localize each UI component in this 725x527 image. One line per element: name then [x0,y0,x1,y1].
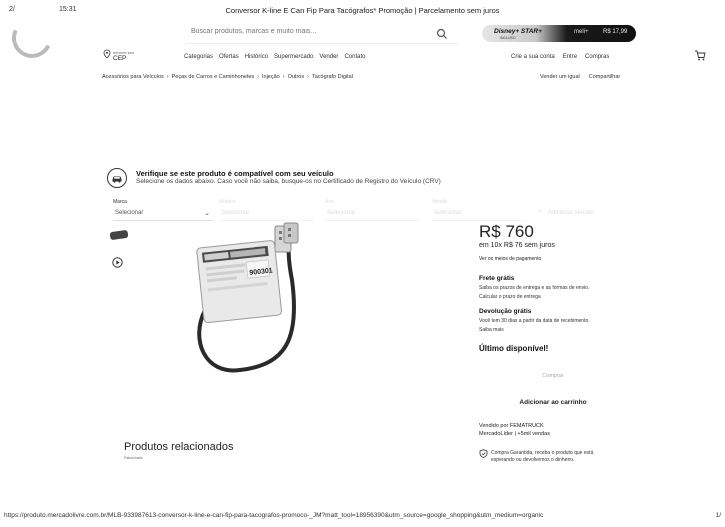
main-nav: Categorias Ofertas Histórico Supermercad… [184,54,365,60]
breadcrumb-item[interactable]: Peças de Carros e Caminhonetes [172,74,255,80]
add-to-cart-button[interactable]: Adicionar ao carrinho [479,393,627,411]
ano-select-value: Selecionar [327,210,356,216]
add-vehicle-button[interactable]: + Adicionar veículo [536,208,632,221]
share-link[interactable]: Compartilhar [589,74,620,80]
shipping-calc-link[interactable]: Calcular o prazo de entrega [479,294,541,300]
thumbnail-product[interactable] [109,229,129,241]
breadcrumb-separator: › [257,74,259,80]
plus-icon: + [538,209,542,215]
cart-icon[interactable] [694,50,706,61]
nav-ofertas[interactable]: Ofertas [219,54,239,60]
modelo-label: Modelo [219,199,236,205]
print-page-number: 1/ [715,512,721,519]
seller-reputation: MercadoLíder | +5mil vendas [479,431,550,437]
page-actions: Vender um igual Compartilhar [540,74,620,80]
product-price: R$ 760 [479,222,534,241]
video-play-icon[interactable] [112,257,123,268]
compat-title: Verifique se este produto é compatível c… [136,169,334,178]
sell-similar-link[interactable]: Vender um igual [540,74,580,80]
versao-label: Versão [432,199,448,205]
purchases-link[interactable]: Compras [585,54,609,60]
marca-label: Marca [113,199,127,205]
create-account-link[interactable]: Crie a sua conta [511,54,555,60]
breadcrumb-separator: › [166,74,169,80]
product-image[interactable]: 900301 [180,220,330,390]
installments-text: em 10x R$ 76 sem juros [479,242,555,249]
guarantee-text-2: esperando ou devolvemos o dinheiro. [491,457,575,463]
search-input[interactable] [191,28,421,35]
breadcrumb-separator: › [282,74,285,80]
breadcrumb-item[interactable]: Acessórios para Veículos [102,74,164,80]
location-pin-icon[interactable] [102,49,112,59]
banner-meli-plus: meli+ [574,29,589,35]
ano-label: Ano [325,199,334,205]
nav-historico[interactable]: Histórico [245,54,268,60]
breadcrumb-separator: › [307,74,309,80]
shield-icon [479,449,488,458]
add-vehicle-label: Adicionar veículo [548,210,594,216]
user-nav: Crie a sua conta Entre Compras [511,54,609,60]
breadcrumb-item[interactable]: Injeção [262,74,280,80]
payment-methods-link[interactable]: Ver os meios de pagamento [479,256,541,262]
breadcrumb-item[interactable]: Tacógrafo Digital [312,74,353,80]
print-title: Conversor K-line E Can Fip Para Tacógraf… [225,6,500,15]
login-link[interactable]: Entre [563,54,577,60]
breadcrumb: Acessórios para Veículos › Peças de Carr… [102,74,353,80]
nav-contato[interactable]: Contato [344,54,365,60]
return-title: Devolução grátis [479,308,532,315]
shipping-text: Saiba os prazos de entrega e as formas d… [479,285,590,291]
sponsored-label: Patrocinado [124,456,143,460]
modelo-select-value: Selecionar [221,210,250,216]
versao-select-value: Selecionar [434,210,463,216]
nav-vender[interactable]: Vender [319,54,338,60]
related-products-title: Produtos relacionados [124,441,234,453]
breadcrumb-item[interactable]: Outros [288,74,305,80]
shipping-title: Frete grátis [479,275,515,282]
marca-select-value: Selecionar [115,210,144,216]
search-icon[interactable] [436,28,448,40]
versao-select[interactable]: Selecionar [432,208,527,221]
banner-sublogo: INCLUSO [500,36,516,40]
print-url: https://produto.mercadolivre.com.br/MLB-… [4,512,544,519]
stock-status: Último disponível! [479,344,549,353]
guarantee-text: Compra Garantida, receba o produto que e… [491,450,594,456]
nav-categorias[interactable]: Categorias [184,54,213,60]
seller-name[interactable]: Vendido por FEMATRUCK [479,423,544,429]
return-text: Você tem 30 dias a partir da data de rec… [479,318,590,324]
banner-price: R$ 17,99 [603,29,628,35]
chevron-down-icon: ⌄ [204,210,210,217]
return-info-link[interactable]: Saiba mais [479,327,504,333]
buy-now-button[interactable]: Comprar [479,367,627,385]
mercadolivre-logo[interactable] [6,12,58,64]
address-cep[interactable]: CEP [113,55,126,62]
banner-logo: Disney+ STAR+ [494,28,542,35]
compat-subtitle: Selecione os dados abaixo. Caso você não… [136,178,441,185]
search-bar[interactable] [186,24,458,44]
nav-supermercado[interactable]: Supermercado [274,54,313,60]
car-icon [112,176,122,183]
ano-select[interactable]: Selecionar [325,208,420,221]
